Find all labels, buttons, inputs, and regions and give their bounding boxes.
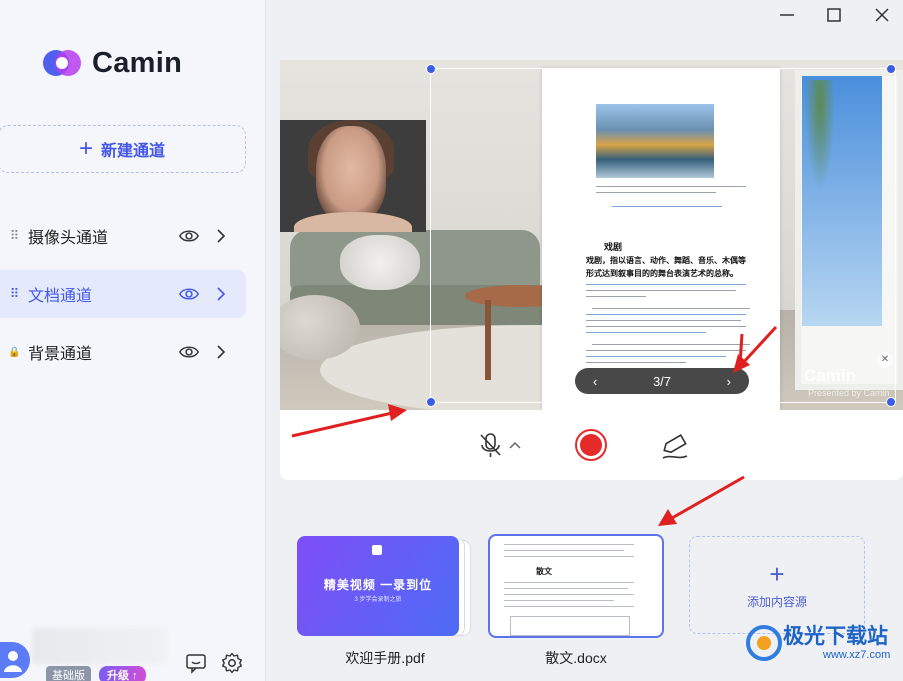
app-name: Camin (92, 46, 183, 79)
new-channel-button[interactable]: + 新建通道 (0, 125, 246, 173)
avatar[interactable] (0, 642, 30, 678)
settings-gear-icon[interactable] (221, 652, 243, 674)
chevron-up-icon[interactable] (509, 440, 521, 450)
site-watermark-url: www.xz7.com (823, 649, 891, 661)
eye-icon[interactable] (178, 341, 200, 363)
arrow-3 (671, 475, 745, 520)
plus-icon: + (769, 558, 785, 589)
camin-logo-icon (43, 50, 81, 76)
camera-person-shoulders (294, 212, 412, 232)
camera-person-face (316, 126, 386, 222)
user-name-blurred (32, 628, 166, 664)
resize-handle-bottom-right[interactable] (886, 397, 896, 407)
minimize-icon[interactable] (776, 4, 798, 26)
selection-frame[interactable] (430, 68, 896, 403)
resize-handle-bottom-left[interactable] (426, 397, 436, 407)
prev-page-button[interactable]: ‹ (593, 374, 597, 389)
eye-icon[interactable] (178, 225, 200, 247)
resize-handle-top-left[interactable] (426, 64, 436, 74)
drag-handle-icon[interactable]: ⠿ (0, 286, 28, 302)
thumbnail-title: 散文 (536, 567, 552, 576)
site-watermark-text: 极光下载站 (783, 625, 888, 648)
page-indicator: 3/7 (652, 373, 672, 389)
app-logo: Camin (42, 46, 182, 80)
plus-icon: + (78, 135, 93, 162)
user-icon (4, 651, 22, 672)
content-caption: 欢迎手册.pdf (345, 650, 425, 666)
chevron-right-icon[interactable] (214, 345, 228, 359)
microphone-icon[interactable] (474, 428, 508, 462)
sidebar-item-camera-channel[interactable]: ⠿ 摄像头通道 (0, 212, 246, 260)
content-thumbnail-selected: 散文 (488, 534, 664, 638)
upgrade-button[interactable]: 升级 ↑ (99, 666, 146, 681)
channel-label: 背景通道 (28, 346, 93, 363)
feedback-icon[interactable] (185, 652, 207, 674)
site-logo-icon (746, 625, 782, 661)
preview-watermark-sub: Presented by Camin (808, 388, 890, 398)
thumbnail-title: 精美视频 一录到位 (323, 578, 433, 592)
content-item-prose-docx[interactable]: 散文 (488, 534, 664, 638)
page-navigator: ‹ 3/7 › (575, 368, 749, 394)
record-toolbar (280, 410, 903, 480)
thumbnail-subtitle: 3 步学会录制之旅 (354, 597, 402, 603)
add-content-label: 添加内容源 (746, 594, 807, 609)
preview-canvas[interactable]: 戏剧 戏剧，指以语言、动作、舞蹈、音乐、木偶等形式达到叙事目的的舞台表演艺术的总… (280, 60, 903, 410)
channel-label: 文档通道 (28, 288, 93, 305)
channel-label: 摄像头通道 (28, 230, 109, 247)
content-thumbnail: 精美视频 一录到位 3 步学会录制之旅 (297, 536, 459, 636)
sidebar-item-background-channel[interactable]: 🔒 背景通道 (0, 328, 246, 376)
app-mini-icon (372, 545, 382, 555)
drag-handle-icon[interactable]: ⠿ (0, 228, 28, 244)
camera-feed[interactable] (280, 120, 426, 232)
new-channel-label: 新建通道 (101, 143, 166, 160)
add-content-source-button[interactable]: + 添加内容源 (689, 536, 865, 634)
content-caption: 散文.docx (545, 650, 607, 666)
plan-badge: 基础版 (46, 666, 91, 681)
resize-handle-top-right[interactable] (886, 64, 896, 74)
preview-panel: 戏剧 戏剧，指以语言、动作、舞蹈、音乐、木偶等形式达到叙事目的的舞台表演艺术的总… (280, 60, 903, 480)
maximize-icon[interactable] (823, 4, 845, 26)
sidebar-item-document-channel[interactable]: ⠿ 文档通道 (0, 270, 246, 318)
record-button[interactable] (574, 428, 608, 462)
chevron-right-icon[interactable] (214, 287, 228, 301)
content-item-welcome-pdf[interactable]: 精美视频 一录到位 3 步学会录制之旅 (297, 534, 473, 638)
chevron-right-icon[interactable] (214, 229, 228, 243)
annotate-pen-icon[interactable] (658, 428, 692, 462)
site-watermark: 极光下载站 www.xz7.com (745, 624, 890, 662)
lock-icon: 🔒 (8, 346, 20, 358)
close-watermark-icon[interactable]: ✕ (877, 352, 893, 368)
close-icon[interactable] (871, 4, 893, 26)
preview-watermark: Camin (804, 366, 856, 385)
sidebar: Camin + 新建通道 ⠿ 摄像头通道 ⠿ 文档通道 🔒 背景通道 基础版 升… (0, 0, 266, 681)
next-page-button[interactable]: › (727, 374, 731, 389)
eye-icon[interactable] (178, 283, 200, 305)
background-pillow (340, 235, 420, 290)
